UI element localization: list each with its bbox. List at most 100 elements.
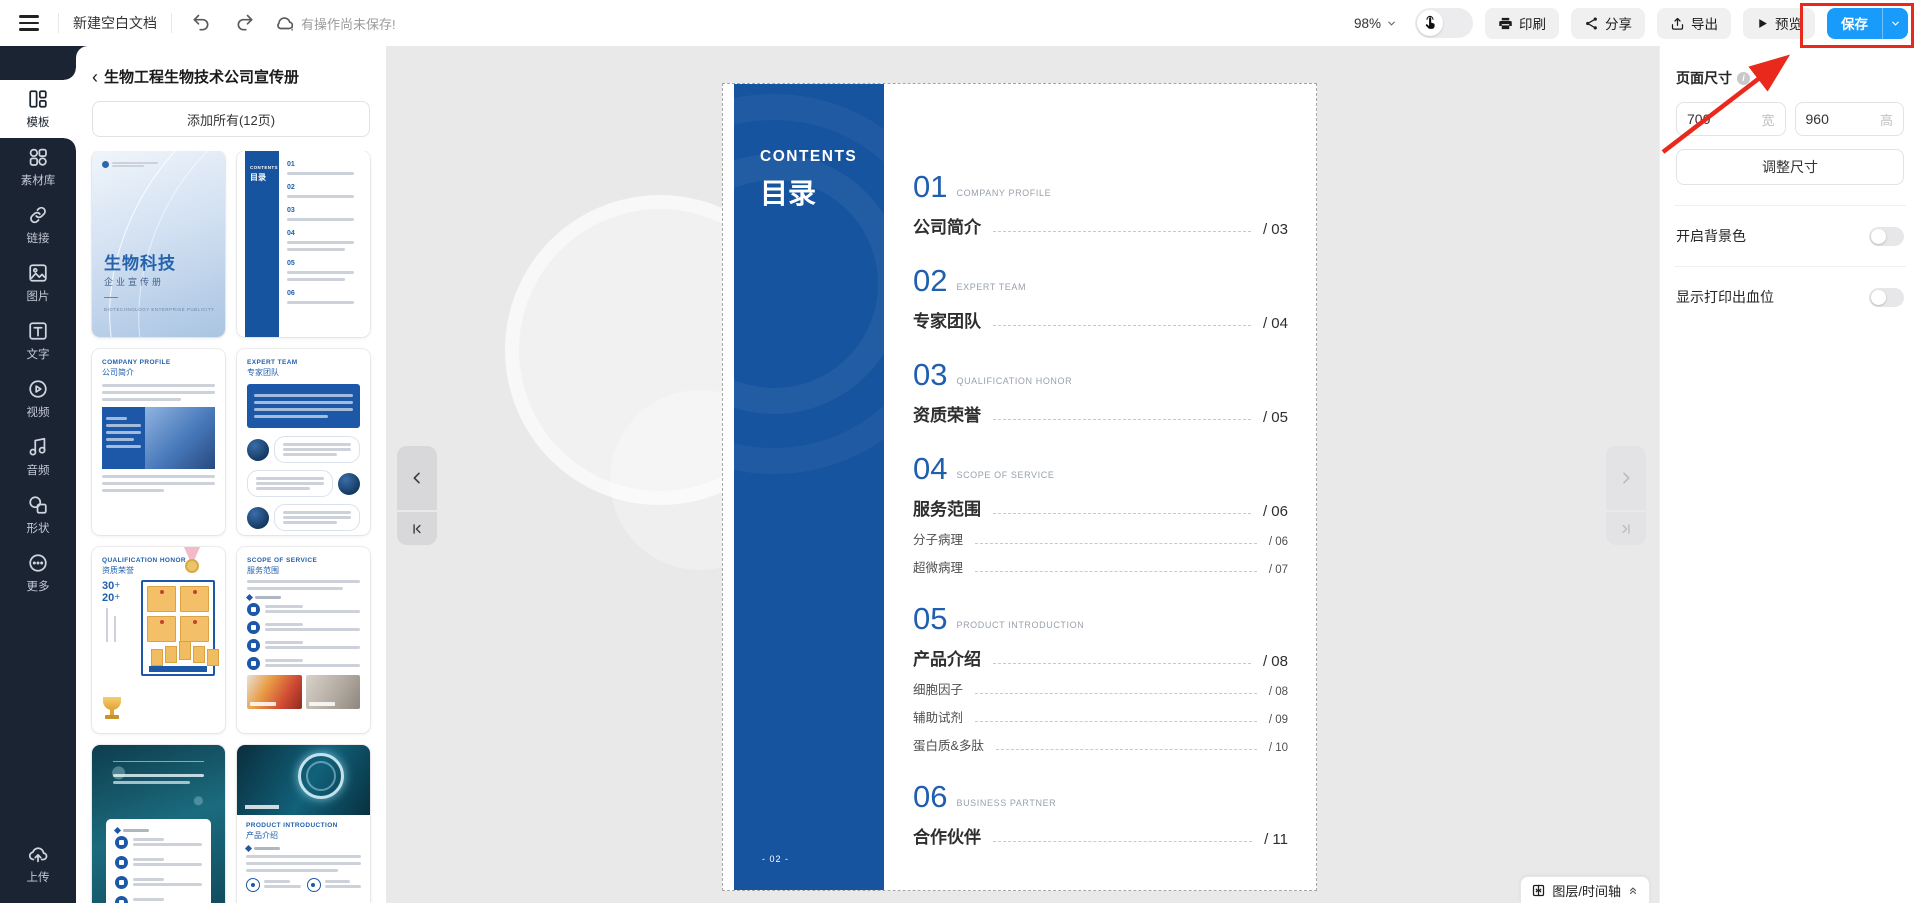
width-input[interactable] [1687,111,1761,127]
prev-page-button[interactable] [397,446,437,510]
save-button[interactable]: 保存 [1827,8,1882,39]
text-lines [246,855,361,872]
mini-title-en: EXPERT TEAM [247,359,360,366]
zoom-control[interactable]: 98% [1354,16,1397,31]
template-thumb-expert-team[interactable]: EXPERT TEAM 专家团队 [237,349,370,535]
toc-entry[interactable]: 05PRODUCT INTRODUCTION 产品介绍/ 08 细胞因子/ 08… [913,600,1288,754]
chevron-right-icon [1618,470,1634,486]
template-thumb-qualification-honor[interactable]: QUALIFICATION HONOR 资质荣誉 30＋ 20＋ [92,547,225,733]
certificates-box [141,580,215,676]
text-lines [274,504,360,531]
upload-icon [27,843,49,865]
text-lines [102,475,215,492]
document-title[interactable]: 新建空白文档 [73,13,157,33]
text-lines [265,639,360,651]
contents-heading-en[interactable]: CONTENTS [760,148,857,166]
back-button[interactable]: ‹ [92,68,98,86]
entry-number: 06 [913,781,947,812]
share-button[interactable]: 分享 [1571,8,1645,39]
height-field[interactable]: 高 [1795,102,1905,136]
template-thumb-contents[interactable]: CONTENTS 目录 01 02 03 04 05 06 [237,151,370,337]
divider [1674,266,1906,267]
hands-photo [306,675,361,709]
image-icon [27,262,49,284]
template-thumb-tech-page[interactable] [92,745,225,903]
entry-label-en: COMPANY PROFILE [956,188,1051,202]
cover-caption: BIOTECHNOLOGY ENTERPRISE PUBLICITY [104,307,215,312]
sidebar-item-audio[interactable]: 音频 [0,428,76,486]
preview-button[interactable]: 预览 [1743,8,1815,39]
export-button[interactable]: 导出 [1657,8,1731,39]
resize-button[interactable]: 调整尺寸 [1676,149,1904,185]
info-icon[interactable]: i [1737,72,1750,85]
contents-heading-zh[interactable]: 目录 [760,172,816,212]
canvas-area[interactable]: CONTENTS 目录 - 02 - 01COMPANY PROFILE 公司简… [386,46,1659,903]
service-icon [247,657,260,670]
toc-entry[interactable]: 02EXPERT TEAM 专家团队/ 04 [913,262,1288,332]
template-grid: 生物科技 企业宣传册 BIOTECHNOLOGY ENTERPRISE PUBL… [76,151,386,903]
bleed-toggle[interactable] [1869,288,1904,307]
toc-blue-column[interactable]: CONTENTS 目录 - 02 - [734,84,884,890]
text-icon [27,320,49,342]
toc-entry[interactable]: 06BUSINESS PARTNER 合作伙伴/ 11 [913,778,1288,848]
page-size-label: 页面尺寸 [1676,68,1732,88]
main-menu-button[interactable] [14,8,44,38]
toc-entries: 01COMPANY PROFILE 公司简介/ 03 02EXPERT TEAM… [913,84,1288,872]
next-page-button[interactable] [1606,446,1646,510]
entry-number: 03 [913,359,947,390]
toc-entry[interactable]: 01COMPANY PROFILE 公司简介/ 03 [913,168,1288,238]
cover-title: 生物科技 [104,249,176,274]
sidebar-item-video[interactable]: 视频 [0,370,76,428]
mini-title-en: COMPANY PROFILE [102,359,215,366]
template-thumb-company-profile[interactable]: COMPANY PROFILE 公司简介 [92,349,225,535]
toc-entry[interactable]: 04SCOPE OF SERVICE 服务范围/ 06 分子病理/ 06 超微病… [913,450,1288,576]
document-page[interactable]: CONTENTS 目录 - 02 - 01COMPANY PROFILE 公司简… [722,83,1317,891]
zoom-value: 98% [1354,16,1381,31]
building-photo [145,407,215,469]
sidebar-label: 上传 [27,869,50,885]
product-design: PRODUCT INTRODUCTION 产品介绍 [237,815,370,899]
bg-color-toggle[interactable] [1869,227,1904,246]
divider [171,13,172,33]
sidebar-item-assets[interactable]: 素材库 [0,138,76,196]
entry-label-en: BUSINESS PARTNER [956,798,1056,812]
page-number: - 02 - [762,854,789,864]
touch-mode-toggle[interactable] [1415,8,1473,38]
sidebar-item-images[interactable]: 图片 [0,254,76,312]
app-body: 模板 素材库 链接 图片 文字 视频 音频 形状 [0,46,1920,903]
template-thumb-product-introduction[interactable]: PRODUCT INTRODUCTION 产品介绍 [237,745,370,903]
print-button[interactable]: 印刷 [1485,8,1559,39]
printer-icon [1498,16,1513,31]
redo-button[interactable] [230,8,260,38]
first-page-button[interactable] [397,512,437,545]
sidebar-item-links[interactable]: 链接 [0,196,76,254]
last-page-button[interactable] [1606,512,1646,545]
sidebar-item-text[interactable]: 文字 [0,312,76,370]
text-lines [133,896,202,903]
save-split-button[interactable]: 保存 [1827,8,1908,39]
share-icon [1584,16,1599,31]
glowing-ring [298,753,344,799]
sidebar-item-templates[interactable]: 模板 [0,80,76,138]
export-icon [1670,16,1685,31]
divider [58,13,59,33]
mini-toc-column: CONTENTS 目录 [245,151,279,337]
width-field[interactable]: 宽 [1676,102,1786,136]
height-input[interactable] [1806,111,1880,127]
template-thumb-scope-of-service[interactable]: SCOPE OF SERVICE 服务范围 [237,547,370,733]
bleed-toggle-label: 显示打印出血位 [1676,287,1774,307]
toc-entry[interactable]: 03QUALIFICATION HONOR 资质荣誉/ 05 [913,356,1288,426]
sidebar-item-shapes[interactable]: 形状 [0,486,76,544]
add-all-pages-button[interactable]: 添加所有(12页) [92,101,370,137]
mini-white-card [106,819,211,903]
mini-contents-en: CONTENTS [250,165,279,170]
sidebar-item-upload[interactable]: 上传 [0,835,76,893]
sidebar-item-more[interactable]: 更多 [0,544,76,602]
template-thumb-cover[interactable]: 生物科技 企业宣传册 BIOTECHNOLOGY ENTERPRISE PUBL… [92,151,225,337]
save-dropdown-button[interactable] [1882,8,1908,39]
entry-title: 资质荣誉 [913,401,981,426]
sub-entry-page: / 10 [1269,742,1288,754]
layers-timeline-button[interactable]: 图层/时间轴 [1520,876,1650,903]
undo-button[interactable] [186,8,216,38]
preview-label: 预览 [1775,13,1802,33]
